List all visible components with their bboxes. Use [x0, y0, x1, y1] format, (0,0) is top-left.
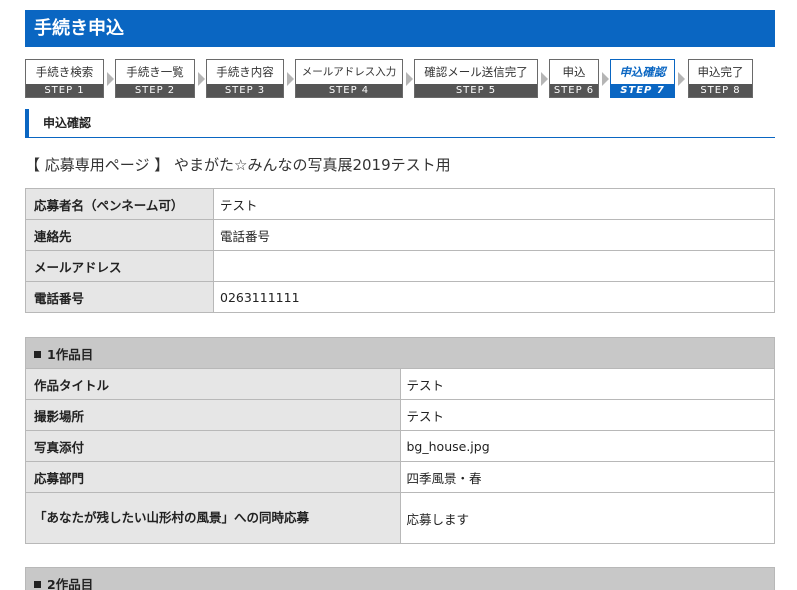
square-bullet-icon	[34, 350, 41, 358]
work2-heading-text: 2作品目	[47, 576, 94, 590]
applicant-table: 応募者名（ペンネーム可） テスト 連絡先 電話番号 メールアドレス 電話番号 0…	[25, 188, 775, 313]
photo-label: 写真添付	[25, 430, 401, 462]
step-4-number: STEP 4	[296, 84, 402, 97]
work2-heading: 2作品目	[25, 567, 775, 590]
step-2-label: 手続き一覧	[126, 65, 184, 79]
step-8: 申込完了 STEP 8	[688, 59, 753, 98]
step-3: 手続き内容 STEP 3	[206, 59, 284, 98]
simultaneous-entry-label: 「あなたが残したい山形村の風景」への同時応募	[25, 492, 401, 544]
contact-value: 電話番号	[213, 219, 775, 251]
work1-table: 1作品目 作品タイトル テスト 撮影場所 テスト 写真添付 bg_house.j…	[25, 337, 775, 544]
applicant-name-value: テスト	[213, 188, 775, 220]
step-arrow-icon	[678, 72, 685, 86]
table-row: 写真添付 bg_house.jpg	[25, 430, 775, 462]
location-label: 撮影場所	[25, 399, 401, 431]
step-5-number: STEP 5	[415, 84, 537, 97]
table-row: 撮影場所 テスト	[25, 399, 775, 431]
table-row: 作品タイトル テスト	[25, 368, 775, 400]
work-title-label: 作品タイトル	[25, 368, 401, 400]
applicant-name-label: 応募者名（ペンネーム可）	[25, 188, 214, 220]
table-row: 電話番号 0263111111	[25, 281, 775, 313]
photo-value: bg_house.jpg	[399, 430, 775, 462]
step-7-label: 申込確認	[619, 65, 666, 79]
step-5-label: 確認メール送信完了	[424, 65, 528, 79]
step-3-label: 手続き内容	[216, 65, 274, 79]
step-2-number: STEP 2	[116, 84, 194, 97]
step-3-number: STEP 3	[207, 84, 283, 97]
phone-label: 電話番号	[25, 281, 214, 313]
section-heading: 申込確認	[25, 109, 775, 138]
section-title: 申込確認	[43, 116, 92, 130]
category-label: 応募部門	[25, 461, 401, 493]
step-arrow-icon	[198, 72, 205, 86]
work1-heading: 1作品目	[25, 337, 775, 369]
table-row: 「あなたが残したい山形村の風景」への同時応募 応募します	[25, 492, 775, 544]
step-1-number: STEP 1	[26, 84, 103, 97]
step-1-label: 手続き検索	[35, 65, 94, 79]
location-value: テスト	[399, 399, 775, 431]
step-arrow-icon	[602, 72, 609, 86]
table-row: 応募者名（ペンネーム可） テスト	[25, 188, 775, 220]
step-arrow-icon	[406, 72, 413, 86]
step-4-label: メールアドレス入力	[301, 66, 397, 78]
event-title: 【 応募専用ページ 】 やまがた☆みんなの写真展2019テスト用	[25, 156, 451, 174]
step-arrow-icon	[107, 72, 114, 86]
step-7-current: 申込確認 STEP 7	[610, 59, 675, 98]
step-1: 手続き検索 STEP 1	[25, 59, 104, 98]
step-8-number: STEP 8	[689, 84, 752, 97]
step-8-label: 申込完了	[697, 65, 744, 79]
step-6: 申込 STEP 6	[549, 59, 599, 98]
email-label: メールアドレス	[25, 250, 214, 282]
work1-heading-text: 1作品目	[47, 346, 94, 362]
step-progress: 手続き検索 STEP 1 手続き一覧 STEP 2 手続き内容 STEP 3 メ…	[25, 59, 785, 99]
step-arrow-icon	[287, 72, 294, 86]
table-row: 2作品目	[25, 567, 775, 590]
table-row: 応募部門 四季風景・春	[25, 461, 775, 493]
step-arrow-icon	[541, 72, 548, 86]
page-title: 手続き申込	[34, 18, 124, 39]
contact-label: 連絡先	[25, 219, 214, 251]
email-value	[213, 250, 775, 282]
page-header: 手続き申込	[25, 10, 775, 47]
table-row: 連絡先 電話番号	[25, 219, 775, 251]
square-bullet-icon	[34, 580, 41, 588]
table-row: メールアドレス	[25, 250, 775, 282]
phone-value: 0263111111	[213, 281, 775, 313]
step-7-number: STEP 7	[611, 84, 674, 97]
step-6-label: 申込	[562, 65, 586, 79]
simultaneous-entry-value: 応募します	[399, 492, 775, 544]
category-value: 四季風景・春	[399, 461, 775, 493]
step-6-number: STEP 6	[550, 84, 598, 97]
work-title-value: テスト	[399, 368, 775, 400]
work2-table: 2作品目	[25, 567, 775, 590]
table-row: 1作品目	[25, 337, 775, 369]
step-4: メールアドレス入力 STEP 4	[295, 59, 403, 98]
step-5: 確認メール送信完了 STEP 5	[414, 59, 538, 98]
step-2: 手続き一覧 STEP 2	[115, 59, 195, 98]
